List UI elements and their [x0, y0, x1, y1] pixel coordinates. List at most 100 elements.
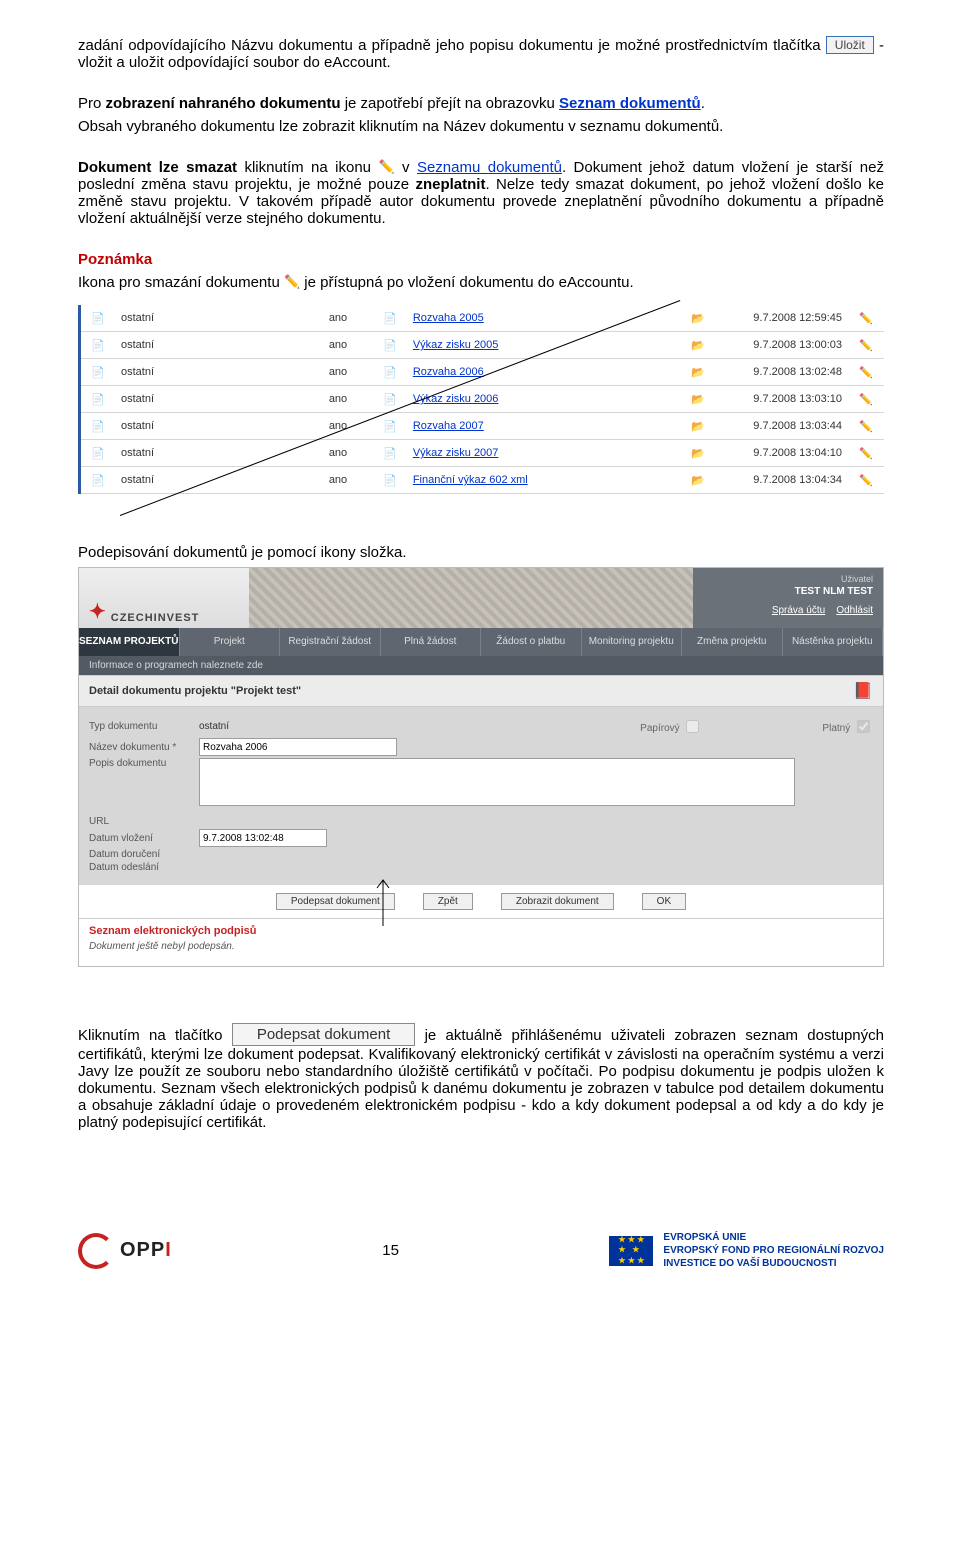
table-row: 📄ostatníano📄Výkaz zisku 2005📂9.7.2008 13…	[80, 332, 885, 359]
col-ano: ano	[323, 359, 373, 386]
button-row: Podepsat dokument Zpět Zobrazit dokument…	[79, 885, 883, 918]
paragraph-3: Obsah vybraného dokumentu lze zobrazit k…	[78, 118, 884, 135]
save-button-inline[interactable]: Uložit	[826, 36, 874, 54]
subnav[interactable]: Informace o programech naleznete zde	[79, 656, 883, 675]
paragraph-1: zadání odpovídajícího Názvu dokumentu a …	[78, 36, 884, 71]
doc-date: 9.7.2008 13:04:34	[716, 467, 848, 494]
app-screenshot: ✦CZECHINVEST Uživatel TEST NLM TEST Sprá…	[78, 567, 884, 967]
doc-name-link[interactable]: Finanční výkaz 602 xml	[413, 474, 528, 486]
eraser-icon[interactable]: ✏️	[848, 413, 884, 440]
doc-date: 9.7.2008 13:02:48	[716, 359, 848, 386]
eraser-icon[interactable]: ✏️	[848, 359, 884, 386]
chk-papirovy[interactable]: Papírový	[640, 717, 702, 736]
btn-ok[interactable]: OK	[642, 893, 686, 910]
file-icon: 📄	[373, 440, 407, 467]
nav-item[interactable]: Monitoring projektu	[582, 628, 683, 656]
btn-podepsat-dokument-inline[interactable]: Podepsat dokument	[232, 1023, 415, 1046]
doc-name-link[interactable]: Rozvaha 2005	[413, 312, 484, 324]
table-row: 📄ostatníano📄Rozvaha 2007📂9.7.2008 13:03:…	[80, 413, 885, 440]
col-ano: ano	[323, 305, 373, 332]
eraser-icon[interactable]: ✏️	[848, 332, 884, 359]
eraser-icon[interactable]: ✏️	[848, 305, 884, 332]
doc-icon: 📄	[80, 332, 116, 359]
link-seznamu-dokumentu[interactable]: Seznamu dokumentů	[417, 159, 562, 176]
doc-type: ostatní	[115, 413, 297, 440]
p1-text-a: zadání odpovídajícího Názvu dokumentu a …	[78, 37, 826, 54]
folder-icon[interactable]: 📂	[680, 413, 716, 440]
doc-date: 9.7.2008 12:59:45	[716, 305, 848, 332]
doc-type: ostatní	[115, 440, 297, 467]
documents-table: 📄ostatníano📄Rozvaha 2005📂9.7.2008 12:59:…	[78, 305, 884, 494]
link-sprava-uctu[interactable]: Správa účtu	[772, 605, 825, 616]
eu-flag-icon: ★ ★ ★★ ★★ ★ ★	[609, 1236, 653, 1266]
folder-icon[interactable]: 📂	[680, 332, 716, 359]
input-datum-vlozeni[interactable]	[199, 829, 327, 847]
file-icon: 📄	[373, 305, 407, 332]
folder-icon[interactable]: 📂	[680, 440, 716, 467]
paragraph-2: Pro zobrazení nahraného dokumentu je zap…	[78, 95, 884, 112]
link-odhlasit[interactable]: Odhlásit	[836, 605, 873, 616]
banner-image	[249, 568, 693, 628]
nav-item[interactable]: Registrační žádost	[280, 628, 381, 656]
doc-date: 9.7.2008 13:03:44	[716, 413, 848, 440]
nav-item[interactable]: Projekt	[180, 628, 281, 656]
textarea-popis[interactable]	[199, 758, 795, 806]
nav-item[interactable]: Žádost o platbu	[481, 628, 582, 656]
doc-date: 9.7.2008 13:00:03	[716, 332, 848, 359]
annotation-arrow	[375, 874, 435, 934]
doc-type: ostatní	[115, 359, 297, 386]
doc-name-link[interactable]: Výkaz zisku 2007	[413, 447, 499, 459]
detail-form: Typ dokumentu ostatní Papírový Platný Ná…	[79, 707, 883, 885]
table-row: 📄ostatníano📄Výkaz zisku 2007📂9.7.2008 13…	[80, 440, 885, 467]
eraser-icon[interactable]: ✏️	[848, 467, 884, 494]
folder-icon[interactable]: 📂	[680, 386, 716, 413]
table-row: 📄ostatníano📄Rozvaha 2006📂9.7.2008 13:02:…	[80, 359, 885, 386]
eu-logo: ★ ★ ★★ ★★ ★ ★ EVROPSKÁ UNIE EVROPSKÝ FON…	[609, 1231, 884, 1270]
eraser-icon: ✏️	[284, 274, 300, 290]
page-number: 15	[382, 1242, 399, 1259]
link-seznam-dokumentu[interactable]: Seznam dokumentů	[559, 95, 701, 112]
page-footer: OPPI 15 ★ ★ ★★ ★★ ★ ★ EVROPSKÁ UNIE EVRO…	[78, 1231, 884, 1270]
doc-icon: 📄	[80, 359, 116, 386]
folder-icon[interactable]: 📂	[680, 467, 716, 494]
col-ano: ano	[323, 467, 373, 494]
file-icon: 📄	[373, 359, 407, 386]
table-row: 📄ostatníano📄Rozvaha 2005📂9.7.2008 12:59:…	[80, 305, 885, 332]
sig-note: Dokument ještě nebyl podepsán.	[79, 939, 883, 966]
doc-name-link[interactable]: Rozvaha 2006	[413, 366, 484, 378]
doc-name-link[interactable]: Výkaz zisku 2005	[413, 339, 499, 351]
doc-icon: 📄	[80, 467, 116, 494]
doc-name-link[interactable]: Výkaz zisku 2006	[413, 393, 499, 405]
panel-title: Detail dokumentu projektu "Projekt test"…	[79, 675, 883, 707]
nav-item[interactable]: Plná žádost	[381, 628, 482, 656]
folder-icon[interactable]: 📂	[680, 359, 716, 386]
eraser-icon[interactable]: ✏️	[848, 440, 884, 467]
mid-paragraph: Podepisování dokumentů je pomocí ikony s…	[78, 544, 884, 561]
doc-type: ostatní	[115, 332, 297, 359]
doc-icon: 📄	[80, 305, 116, 332]
nav-item[interactable]: Nástěnka projektu	[783, 628, 884, 656]
btn-zobrazit-dokument[interactable]: Zobrazit dokument	[501, 893, 614, 910]
eraser-icon[interactable]: ✏️	[848, 386, 884, 413]
doc-date: 9.7.2008 13:04:10	[716, 440, 848, 467]
main-nav: SEZNAM PROJEKTŮProjektRegistrační žádost…	[79, 628, 883, 656]
file-icon: 📄	[373, 332, 407, 359]
file-icon: 📄	[373, 386, 407, 413]
col-ano: ano	[323, 386, 373, 413]
oppi-logo: OPPI	[78, 1233, 172, 1269]
eraser-icon: ✏️	[378, 159, 394, 175]
chk-platny[interactable]: Platný	[822, 717, 873, 736]
input-nazev[interactable]	[199, 738, 397, 756]
folder-icon[interactable]: 📂	[680, 305, 716, 332]
file-icon: 📄	[373, 467, 407, 494]
nav-item[interactable]: SEZNAM PROJEKTŮ	[79, 628, 180, 656]
note-title: Poznámka	[78, 251, 884, 268]
book-icon: 📕	[853, 681, 873, 701]
doc-date: 9.7.2008 13:03:10	[716, 386, 848, 413]
table-row: 📄ostatníano📄Výkaz zisku 2006📂9.7.2008 13…	[80, 386, 885, 413]
doc-icon: 📄	[80, 413, 116, 440]
doc-name-link[interactable]: Rozvaha 2007	[413, 420, 484, 432]
doc-type: ostatní	[115, 467, 297, 494]
paragraph-5: Kliknutím na tlačítko Podepsat dokument …	[78, 1023, 884, 1131]
nav-item[interactable]: Změna projektu	[682, 628, 783, 656]
